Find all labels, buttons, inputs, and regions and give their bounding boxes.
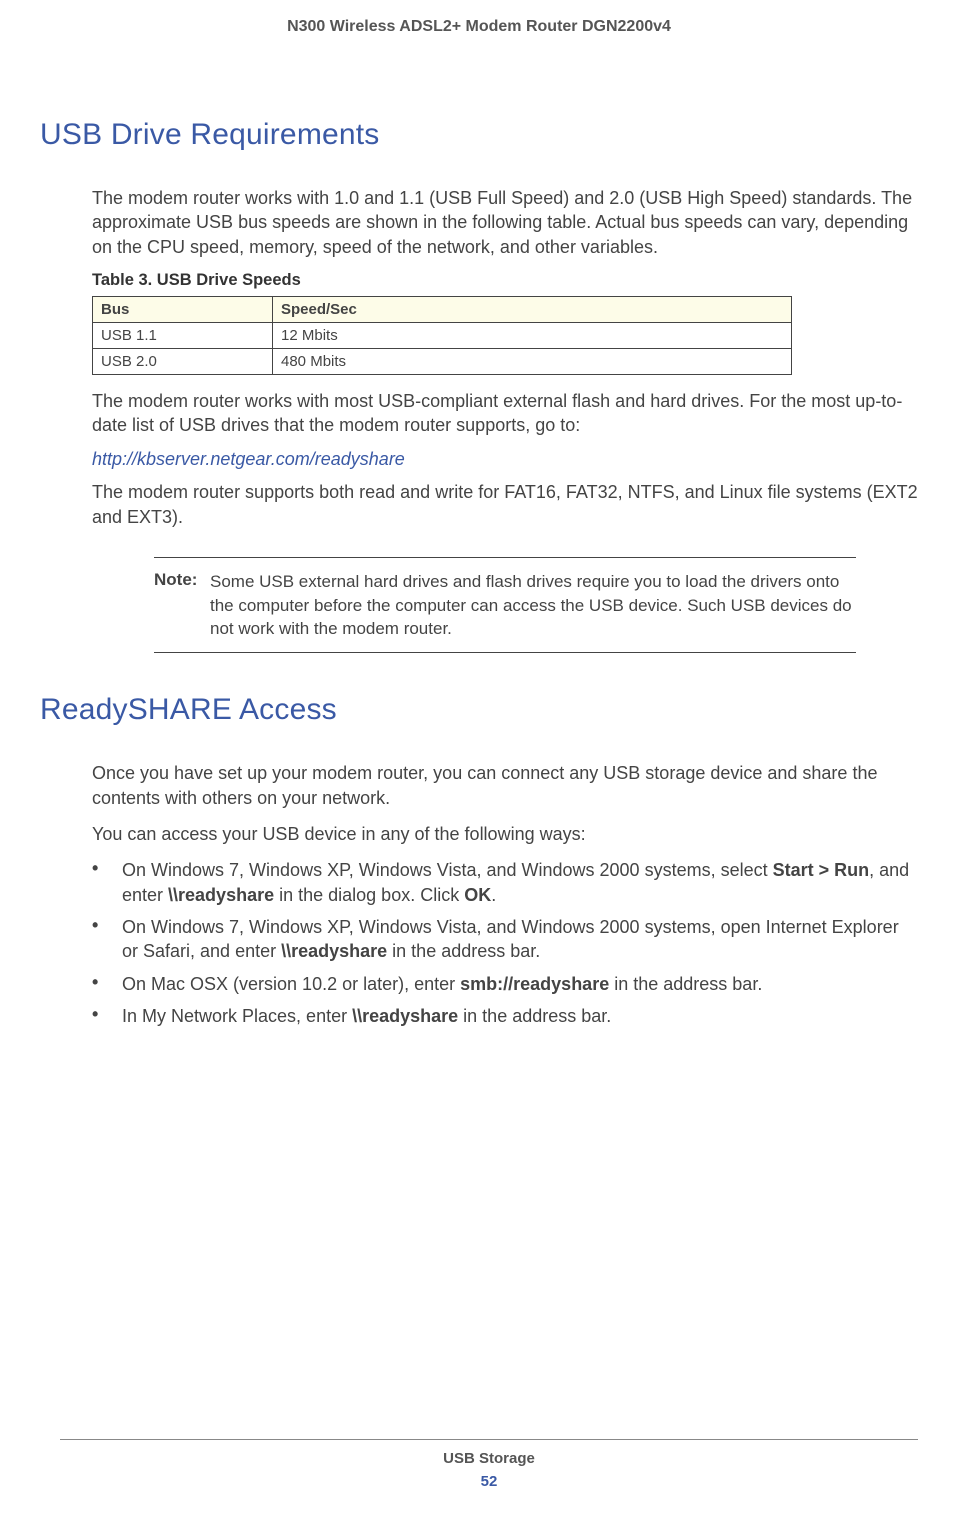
note-label: Note: (154, 570, 210, 640)
section-heading-usb-drive-requirements: USB Drive Requirements (40, 118, 918, 152)
footer-page-number: 52 (60, 1473, 918, 1490)
bullet-icon: • (92, 972, 122, 996)
document-header: N300 Wireless ADSL2+ Modem Router DGN220… (40, 18, 918, 36)
section-heading-readyshare-access: ReadySHARE Access (40, 693, 918, 727)
table-cell: 12 Mbits (273, 322, 792, 348)
bullet-icon: • (92, 915, 122, 964)
readyshare-link[interactable]: http://kbserver.netgear.com/readyshare (92, 449, 405, 470)
bullet-icon: • (92, 1004, 122, 1028)
note-text: Some USB external hard drives and flash … (210, 570, 856, 640)
table-cell: USB 1.1 (93, 322, 273, 348)
list-item: • In My Network Places, enter \\readysha… (92, 1004, 918, 1028)
note-callout: Note: Some USB external hard drives and … (154, 557, 856, 653)
list-item: • On Mac OSX (version 10.2 or later), en… (92, 972, 918, 996)
table-header: Bus (93, 296, 273, 322)
list-item-text: On Windows 7, Windows XP, Windows Vista,… (122, 858, 918, 907)
paragraph: The modem router works with 1.0 and 1.1 … (92, 186, 918, 259)
list-item-text: On Mac OSX (version 10.2 or later), ente… (122, 972, 762, 996)
paragraph: The modem router works with most USB-com… (92, 389, 918, 438)
table-cell: 480 Mbits (273, 348, 792, 374)
footer-section: USB Storage (60, 1450, 918, 1467)
list-item: • On Windows 7, Windows XP, Windows Vist… (92, 858, 918, 907)
table-header: Speed/Sec (273, 296, 792, 322)
table-row: USB 1.1 12 Mbits (93, 322, 792, 348)
table-caption: Table 3. USB Drive Speeds (92, 271, 918, 290)
table-cell: USB 2.0 (93, 348, 273, 374)
usb-speeds-table: Bus Speed/Sec USB 1.1 12 Mbits USB 2.0 4… (92, 296, 792, 375)
table-row: USB 2.0 480 Mbits (93, 348, 792, 374)
list-item-text: On Windows 7, Windows XP, Windows Vista,… (122, 915, 918, 964)
list-item: • On Windows 7, Windows XP, Windows Vist… (92, 915, 918, 964)
page-footer: USB Storage 52 (60, 1439, 918, 1490)
paragraph: You can access your USB device in any of… (92, 822, 918, 846)
bullet-icon: • (92, 858, 122, 907)
paragraph: Once you have set up your modem router, … (92, 761, 918, 810)
paragraph: The modem router supports both read and … (92, 480, 918, 529)
list-item-text: In My Network Places, enter \\readyshare… (122, 1004, 611, 1028)
access-methods-list: • On Windows 7, Windows XP, Windows Vist… (92, 858, 918, 1028)
